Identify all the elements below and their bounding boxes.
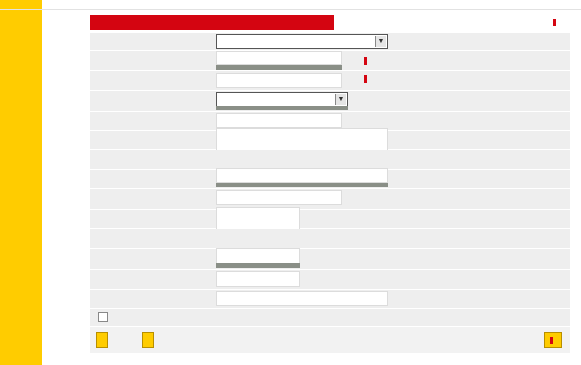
next-button[interactable] bbox=[544, 332, 562, 348]
cancel-button[interactable] bbox=[96, 332, 108, 348]
text-input[interactable] bbox=[216, 113, 342, 128]
text-input[interactable] bbox=[216, 73, 342, 88]
clear-button[interactable] bbox=[142, 332, 154, 348]
form-row bbox=[90, 189, 570, 209]
form-row bbox=[90, 51, 570, 70]
form-title-bar bbox=[90, 15, 334, 30]
text-input[interactable] bbox=[216, 51, 342, 65]
aside-link[interactable] bbox=[364, 56, 371, 66]
aside-link[interactable] bbox=[364, 74, 371, 84]
form-row bbox=[90, 150, 570, 169]
field-underbar bbox=[216, 183, 388, 187]
text-input[interactable] bbox=[216, 271, 300, 287]
text-input[interactable] bbox=[216, 190, 342, 205]
checkbox[interactable] bbox=[98, 312, 108, 322]
field-underbar bbox=[216, 263, 300, 268]
chevron-down-icon: ▼ bbox=[335, 94, 346, 105]
form-row bbox=[90, 270, 570, 289]
button-row bbox=[90, 327, 570, 353]
form-row bbox=[90, 248, 570, 269]
country-select[interactable]: ▼ bbox=[216, 92, 348, 107]
text-input[interactable] bbox=[216, 248, 300, 264]
header-divider bbox=[0, 9, 581, 10]
form-row bbox=[90, 309, 570, 326]
form-row bbox=[90, 128, 570, 164]
title-select[interactable]: ▼ bbox=[216, 34, 388, 49]
field-underbar bbox=[216, 106, 348, 110]
text-input[interactable] bbox=[216, 291, 388, 306]
text-input[interactable] bbox=[216, 168, 388, 183]
chevron-down-icon: ▼ bbox=[375, 36, 386, 47]
brand-sidebar bbox=[0, 0, 42, 365]
form-row bbox=[90, 207, 570, 247]
form-row: ▼ bbox=[90, 91, 570, 111]
form-row bbox=[90, 290, 570, 308]
form-title bbox=[90, 17, 96, 27]
form-row bbox=[90, 71, 570, 90]
form-row: ▼ bbox=[90, 33, 570, 50]
form-row bbox=[90, 229, 570, 248]
help-link[interactable] bbox=[553, 17, 560, 27]
form-row bbox=[90, 168, 570, 188]
field-underbar bbox=[216, 65, 342, 70]
